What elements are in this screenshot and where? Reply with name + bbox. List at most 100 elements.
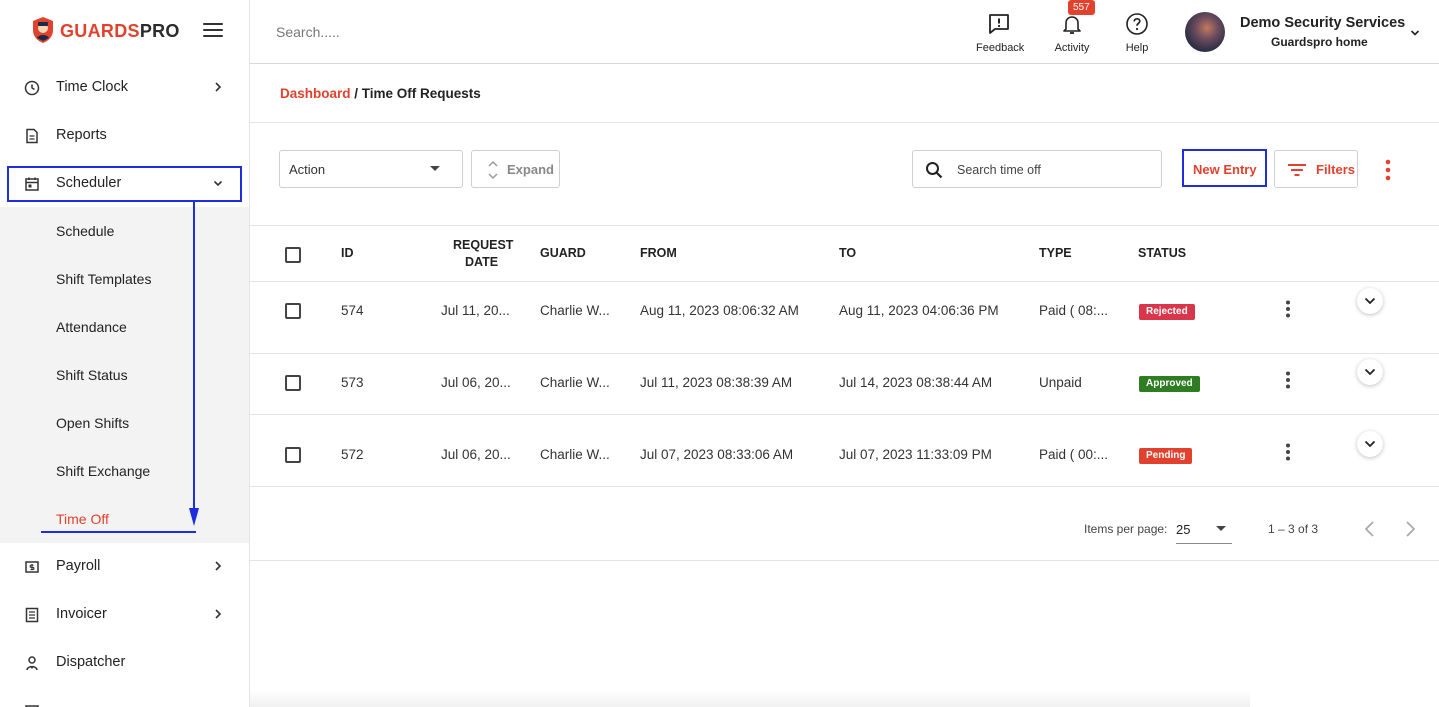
sidebar-item-label: Payroll <box>56 558 101 574</box>
status-badge: Pending <box>1139 448 1193 464</box>
caret-down-icon <box>430 166 440 171</box>
sidebar: GUARDSPRO Time Clock Reports Scheduler S… <box>0 0 250 707</box>
status-badge: Approved <box>1139 376 1200 392</box>
cell-request-date: Jul 06, 20... <box>441 375 511 390</box>
new-entry-button[interactable]: New Entry <box>1182 149 1267 187</box>
sidebar-item-dispatcher[interactable]: Dispatcher <box>0 639 249 687</box>
cell-type: Paid ( 08:... <box>1039 303 1109 318</box>
column-header-to[interactable]: TO <box>839 246 856 260</box>
row-checkbox[interactable] <box>285 303 301 319</box>
divider <box>250 560 1439 561</box>
action-select-value: Action <box>289 162 326 177</box>
submenu-item-shift-templates[interactable]: Shift Templates <box>0 255 249 303</box>
submenu-item-attendance[interactable]: Attendance <box>0 303 249 351</box>
cell-request-date: Jul 11, 20... <box>441 303 510 318</box>
sidebar-item-payroll[interactable]: Payroll <box>0 543 249 591</box>
clock-icon <box>24 80 40 96</box>
activity-count-badge: 557 <box>1068 0 1095 15</box>
list-icon <box>25 607 39 623</box>
user-subtitle[interactable]: Guardspro home <box>1271 35 1368 49</box>
submenu-item-shift-exchange[interactable]: Shift Exchange <box>0 447 249 495</box>
breadcrumb-dashboard-link[interactable]: Dashboard <box>280 86 351 101</box>
feedback-button[interactable]: Feedback <box>976 12 1024 54</box>
cell-type: Unpaid <box>1039 375 1082 390</box>
cell-to: Jul 07, 2023 11:33:09 PM <box>839 447 992 462</box>
page-size-select[interactable]: 25 <box>1176 514 1232 544</box>
cell-to: Aug 11, 2023 04:06:36 PM <box>839 303 999 318</box>
activity-label: Activity <box>1054 42 1090 54</box>
sidebar-item-label: Reports <box>56 127 107 143</box>
previous-page-icon[interactable] <box>1363 520 1377 538</box>
guard-badge-icon <box>33 17 53 43</box>
table-header: ID REQUEST DATE GUARD FROM TO TYPE STATU… <box>250 225 1439 282</box>
expand-icon <box>488 160 498 180</box>
sidebar-item-invoicer[interactable]: Invoicer <box>0 591 249 639</box>
submenu-item-schedule[interactable]: Schedule <box>0 207 249 255</box>
chevron-down-icon[interactable] <box>1409 27 1421 39</box>
more-vertical-icon[interactable] <box>1380 158 1396 182</box>
arrow-down-icon <box>189 508 199 526</box>
avatar[interactable] <box>1185 12 1225 52</box>
help-label: Help <box>1125 42 1149 54</box>
sidebar-item-time-clock[interactable]: Time Clock <box>0 64 249 112</box>
search-time-off-input[interactable] <box>957 160 1152 180</box>
submenu-item-label: Shift Exchange <box>56 463 151 479</box>
action-select[interactable]: Action <box>279 150 463 188</box>
column-header-status[interactable]: STATUS <box>1138 246 1186 260</box>
cell-id: 572 <box>341 447 364 462</box>
cell-id: 574 <box>341 303 364 318</box>
column-header-request-date[interactable]: REQUEST <box>453 238 513 252</box>
row-expand-button[interactable] <box>1357 288 1383 314</box>
chevron-down-icon <box>1364 440 1376 448</box>
person-icon <box>26 656 38 671</box>
column-header-id[interactable]: ID <box>341 246 354 260</box>
column-header-request-date-line2[interactable]: DATE <box>465 255 498 269</box>
help-button[interactable]: Help <box>1124 12 1150 54</box>
row-checkbox[interactable] <box>285 375 301 391</box>
column-header-guard[interactable]: GUARD <box>540 246 586 260</box>
sidebar-item-more[interactable] <box>0 687 249 707</box>
submenu-item-shift-status[interactable]: Shift Status <box>0 351 249 399</box>
submenu-item-label: Attendance <box>56 319 127 335</box>
cell-guard: Charlie W... <box>540 375 610 390</box>
row-expand-button[interactable] <box>1357 431 1383 457</box>
filters-button[interactable]: Filters <box>1274 150 1358 188</box>
submenu-item-label: Schedule <box>56 223 115 239</box>
brand-name: GUARDSPRO <box>60 21 180 41</box>
submenu-item-time-off[interactable]: Time Off <box>0 495 249 543</box>
help-icon <box>1126 13 1148 35</box>
row-checkbox[interactable] <box>285 447 301 463</box>
submenu-item-open-shifts[interactable]: Open Shifts <box>0 399 249 447</box>
global-search-input[interactable] <box>276 20 576 44</box>
divider <box>250 122 1439 123</box>
scheduler-submenu: Schedule Shift Templates Attendance Shif… <box>0 207 249 543</box>
money-icon <box>25 561 39 573</box>
select-all-checkbox[interactable] <box>285 247 301 263</box>
cell-type: Paid ( 00:... <box>1039 447 1109 462</box>
sidebar-item-scheduler[interactable]: Scheduler <box>0 160 249 208</box>
expand-label: Expand <box>507 162 554 177</box>
row-more-icon[interactable] <box>1284 371 1292 389</box>
activity-button[interactable]: 557 Activity <box>1052 0 1095 54</box>
bottom-shadow <box>250 690 1250 707</box>
chevron-down-icon <box>1364 297 1376 305</box>
row-more-icon[interactable] <box>1284 443 1292 461</box>
row-more-icon[interactable] <box>1284 300 1292 318</box>
new-entry-label: New Entry <box>1193 162 1257 177</box>
next-page-icon[interactable] <box>1403 520 1417 538</box>
column-header-type[interactable]: TYPE <box>1039 246 1072 260</box>
user-name[interactable]: Demo Security Services <box>1240 15 1405 31</box>
expand-button[interactable]: Expand <box>471 150 560 188</box>
status-badge: Rejected <box>1139 304 1195 320</box>
cell-guard: Charlie W... <box>540 447 610 462</box>
sidebar-item-label: Time Clock <box>56 79 128 95</box>
menu-toggle-icon[interactable] <box>203 23 223 39</box>
table-row[interactable]: 572 Jul 06, 20... Charlie W... Jul 07, 2… <box>250 415 1439 487</box>
submenu-item-label: Shift Status <box>56 367 128 383</box>
page-title: Time Off Requests <box>361 86 481 101</box>
table-row[interactable]: 573 Jul 06, 20... Charlie W... Jul 11, 2… <box>250 343 1439 415</box>
sidebar-item-reports[interactable]: Reports <box>0 112 249 160</box>
column-header-from[interactable]: FROM <box>640 246 677 260</box>
row-expand-button[interactable] <box>1357 359 1383 385</box>
cell-id: 573 <box>341 375 364 390</box>
